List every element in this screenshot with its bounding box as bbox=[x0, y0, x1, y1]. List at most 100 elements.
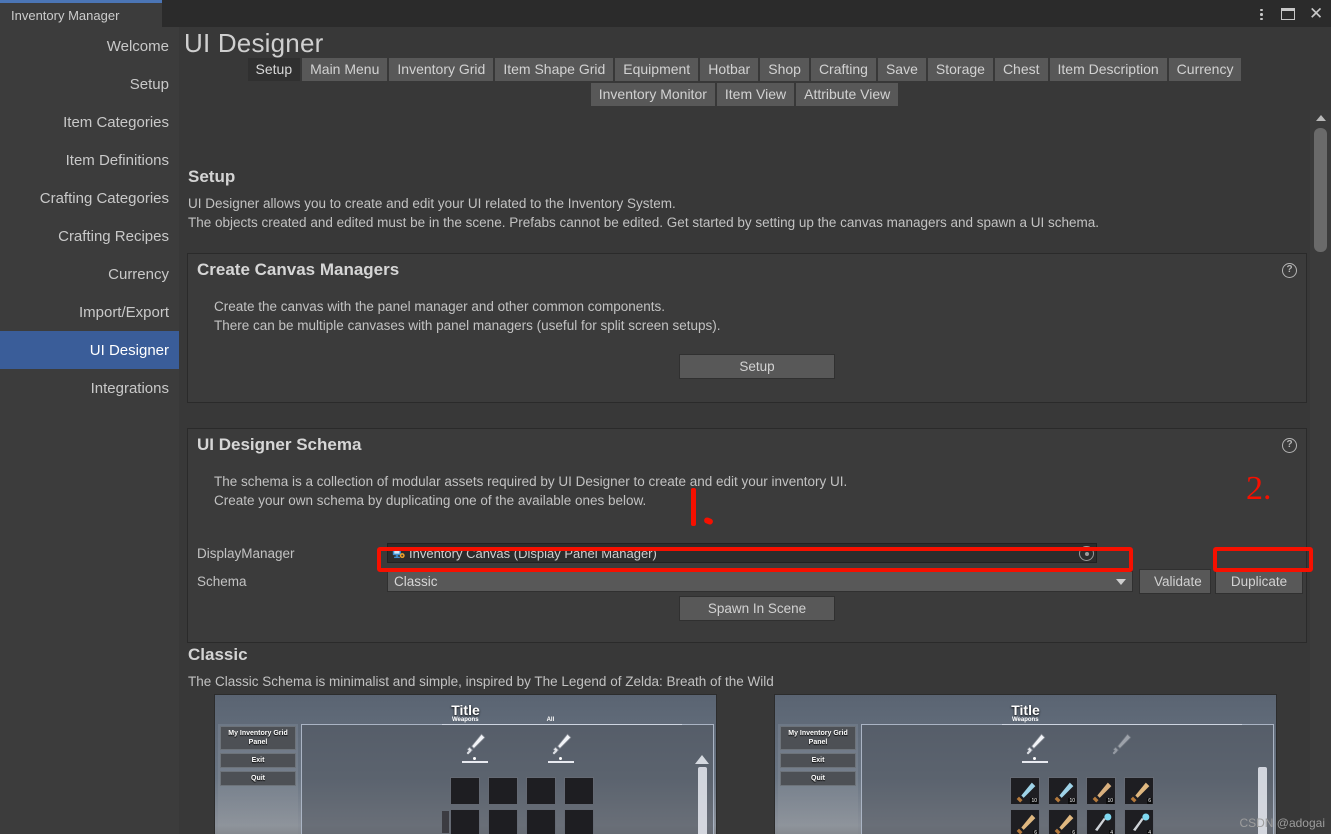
preview-button-exit: Exit bbox=[780, 753, 856, 768]
maximize-icon[interactable] bbox=[1281, 6, 1297, 22]
chevron-down-icon bbox=[1116, 578, 1126, 585]
display-manager-object-field[interactable]: Inventory Canvas (Display Panel Manager) bbox=[387, 543, 1097, 563]
vertical-scrollbar[interactable] bbox=[1310, 110, 1331, 834]
object-picker-icon[interactable] bbox=[1079, 546, 1094, 561]
tab-item-shape-grid[interactable]: Item Shape Grid bbox=[495, 58, 614, 81]
help-icon[interactable]: ? bbox=[1282, 438, 1297, 453]
preview-slot-qty: 4 bbox=[1109, 830, 1114, 834]
window-tab-label: Inventory Manager bbox=[11, 7, 120, 23]
validate-button[interactable]: Validate bbox=[1139, 569, 1211, 594]
preview-side-panel: My Inventory Grid Panel Exit Quit bbox=[218, 724, 298, 834]
preview-category-weapons: Weapons bbox=[1012, 717, 1039, 723]
preview-category-underline bbox=[1022, 757, 1048, 763]
sidebar-item-crafting-recipes[interactable]: Crafting Recipes bbox=[0, 217, 179, 255]
schema-label: Schema bbox=[197, 574, 247, 589]
help-icon[interactable]: ? bbox=[1282, 263, 1297, 278]
canvas-managers-line-2: There can be multiple canvases with pane… bbox=[214, 318, 721, 333]
sword-icon bbox=[1026, 733, 1046, 755]
tab-main-menu[interactable]: Main Menu bbox=[302, 58, 388, 81]
sidebar-item-setup[interactable]: Setup bbox=[0, 65, 179, 103]
preview-category-all: All bbox=[546, 717, 555, 723]
preview-slot: 6 bbox=[1048, 809, 1078, 834]
ui-designer-schema-panel: UI Designer Schema ? The schema is a col… bbox=[187, 428, 1307, 643]
sidebar-item-import-export[interactable]: Import/Export bbox=[0, 293, 179, 331]
display-manager-value: Inventory Canvas (Display Panel Manager) bbox=[409, 545, 657, 561]
tab-item-view[interactable]: Item View bbox=[716, 83, 795, 106]
tab-item-description[interactable]: Item Description bbox=[1049, 58, 1167, 81]
tab-storage[interactable]: Storage bbox=[927, 58, 993, 81]
tab-shop[interactable]: Shop bbox=[760, 58, 809, 81]
sidebar-item-welcome[interactable]: Welcome bbox=[0, 27, 179, 65]
sidebar: Welcome Setup Item Categories Item Defin… bbox=[0, 27, 179, 834]
watermark: CSDN @adogai bbox=[1239, 816, 1325, 830]
preview-slot-qty: 10 bbox=[1106, 798, 1114, 804]
preview-inventory-area: Weapons 10 10 10 6 6 6 4 4 bbox=[861, 717, 1274, 834]
scroll-up-arrow-icon[interactable] bbox=[1315, 115, 1326, 121]
sidebar-item-label: Item Categories bbox=[63, 113, 169, 131]
tab-attribute-view[interactable]: Attribute View bbox=[796, 83, 899, 106]
sidebar-item-label: Setup bbox=[129, 75, 169, 93]
tab-hotbar[interactable]: Hotbar bbox=[700, 58, 759, 81]
schema-dropdown-value: Classic bbox=[394, 574, 438, 589]
classic-filled-preview[interactable]: Title My Inventory Grid Panel Exit Quit … bbox=[774, 694, 1277, 834]
sidebar-item-label: Crafting Categories bbox=[39, 189, 169, 207]
canvas-managers-setup-button[interactable]: Setup bbox=[679, 354, 835, 379]
preview-slot-qty: 6 bbox=[1147, 798, 1152, 804]
tab-save[interactable]: Save bbox=[877, 58, 926, 81]
preview-category-icons bbox=[1022, 731, 1134, 763]
preview-category-line bbox=[1002, 724, 1242, 725]
sidebar-item-crafting-categories[interactable]: Crafting Categories bbox=[0, 179, 179, 217]
tab-chest[interactable]: Chest bbox=[994, 58, 1048, 81]
sidebar-item-label: UI Designer bbox=[89, 341, 169, 359]
tab-row-1: Setup Main Menu Inventory Grid Item Shap… bbox=[179, 58, 1310, 81]
sidebar-item-ui-designer[interactable]: UI Designer bbox=[0, 331, 179, 369]
preview-slot-qty: 10 bbox=[1030, 798, 1038, 804]
sidebar-item-integrations[interactable]: Integrations bbox=[0, 369, 179, 407]
kebab-menu-icon[interactable] bbox=[1253, 6, 1269, 22]
tab-crafting[interactable]: Crafting bbox=[810, 58, 876, 81]
preview-slot-nub bbox=[442, 811, 449, 833]
sidebar-item-label: Currency bbox=[108, 265, 169, 283]
setup-section-description: UI Designer allows you to create and edi… bbox=[188, 194, 1099, 232]
scrollbar-thumb[interactable] bbox=[1314, 128, 1327, 252]
preview-category-icons bbox=[462, 731, 574, 763]
sidebar-item-item-categories[interactable]: Item Categories bbox=[0, 103, 179, 141]
preview-category-line bbox=[442, 724, 682, 725]
sidebar-item-label: Item Definitions bbox=[65, 151, 169, 169]
window-controls: ✕ bbox=[1253, 0, 1325, 27]
tab-row-2: Inventory Monitor Item View Attribute Vi… bbox=[179, 83, 1310, 106]
close-icon[interactable]: ✕ bbox=[1309, 5, 1325, 22]
sidebar-item-currency[interactable]: Currency bbox=[0, 255, 179, 293]
preview-button-inventory-grid-panel: My Inventory Grid Panel bbox=[780, 726, 856, 750]
tab-inventory-monitor[interactable]: Inventory Monitor bbox=[590, 83, 715, 106]
schema-dropdown[interactable]: Classic bbox=[387, 571, 1133, 592]
preview-slot bbox=[488, 809, 518, 834]
tab-setup[interactable]: Setup bbox=[247, 58, 301, 81]
preview-button-inventory-grid-panel: My Inventory Grid Panel bbox=[220, 726, 296, 750]
window-tab-inventory-manager[interactable]: Inventory Manager bbox=[0, 0, 162, 27]
preview-categories: Weapons bbox=[1012, 717, 1039, 723]
sidebar-item-label: Welcome bbox=[106, 37, 169, 55]
setup-description-line-2: The objects created and edited must be i… bbox=[188, 215, 1100, 230]
create-canvas-managers-title: Create Canvas Managers bbox=[197, 260, 400, 279]
schema-row: Schema Classic Validate Duplicate bbox=[197, 569, 1303, 594]
preview-category-weapons: Weapons bbox=[452, 717, 479, 723]
preview-slot-qty: 6 bbox=[1033, 830, 1038, 834]
duplicate-button[interactable]: Duplicate bbox=[1215, 569, 1303, 594]
preview-item-grid bbox=[450, 777, 598, 834]
tab-equipment[interactable]: Equipment bbox=[615, 58, 699, 81]
classic-empty-preview[interactable]: Title My Inventory Grid Panel Exit Quit … bbox=[214, 694, 717, 834]
tab-bar: Setup Main Menu Inventory Grid Item Shap… bbox=[179, 58, 1310, 108]
preview-scrollbar bbox=[698, 767, 707, 834]
spawn-in-scene-button[interactable]: Spawn In Scene bbox=[679, 596, 835, 621]
preview-button-exit: Exit bbox=[220, 753, 296, 768]
window-titlebar: Inventory Manager ✕ bbox=[0, 0, 1331, 27]
ui-designer-schema-title: UI Designer Schema bbox=[197, 435, 362, 454]
preview-slot bbox=[526, 777, 556, 805]
sidebar-item-item-definitions[interactable]: Item Definitions bbox=[0, 141, 179, 179]
page-title: UI Designer bbox=[184, 28, 324, 58]
tab-currency[interactable]: Currency bbox=[1168, 58, 1242, 81]
preview-slot: 10 bbox=[1010, 777, 1040, 805]
preview-slot: 6 bbox=[1124, 777, 1154, 805]
tab-inventory-grid[interactable]: Inventory Grid bbox=[389, 58, 494, 81]
